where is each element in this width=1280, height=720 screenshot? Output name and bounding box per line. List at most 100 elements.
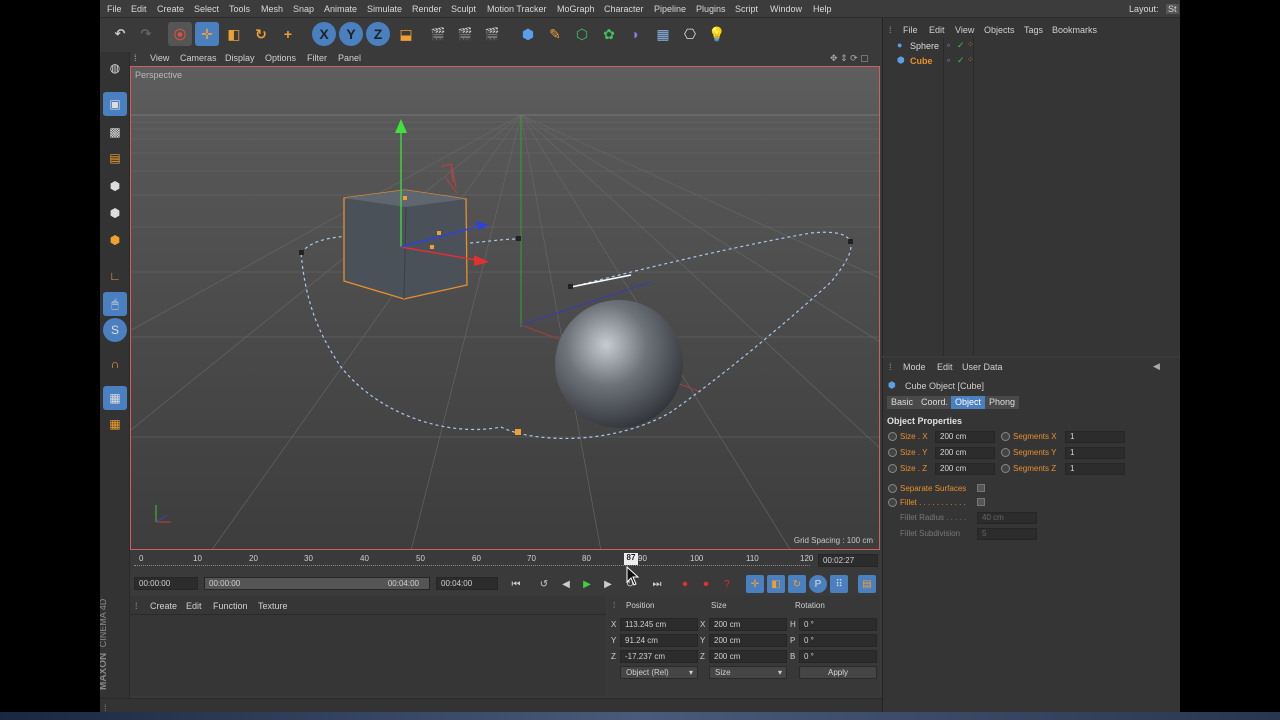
size-x-radio[interactable]	[888, 432, 897, 441]
tab-basic[interactable]: Basic	[887, 396, 918, 409]
make-editable-icon[interactable]: ◍	[103, 56, 127, 80]
gizmo-x-arrow[interactable]	[474, 255, 489, 266]
menu-file[interactable]: File	[107, 4, 122, 14]
axis-mode-icon[interactable]: ∟	[103, 264, 127, 288]
previous-frame-icon[interactable]: ◀	[557, 575, 575, 593]
fillet-checkbox[interactable]	[977, 498, 985, 506]
viewport-menu-display[interactable]: Display	[225, 53, 255, 63]
menu-simulate[interactable]: Simulate	[367, 4, 402, 14]
viewport-menu-view[interactable]: View	[150, 53, 169, 63]
visibility-dots-icon[interactable]: ▫	[947, 41, 950, 50]
fillet-radius-input[interactable]: 40 cm	[977, 512, 1037, 524]
next-frame-icon[interactable]: ▶	[599, 575, 617, 593]
scale-icon[interactable]: ◧	[222, 22, 246, 46]
back-arrow-icon[interactable]: ◀	[1153, 361, 1160, 372]
redo-icon[interactable]: ↷	[134, 22, 158, 46]
floor-icon[interactable]: ▦	[651, 22, 675, 46]
perspective-viewport[interactable]: Perspective Grid Spacing : 100 cm	[130, 66, 880, 550]
menu-render[interactable]: Render	[412, 4, 442, 14]
key-parameter-icon[interactable]: P	[809, 575, 827, 593]
layout-select[interactable]: St	[1166, 4, 1179, 14]
undo-icon[interactable]: ↶	[108, 22, 132, 46]
om-menu-tags[interactable]: Tags	[1024, 25, 1043, 35]
go-to-end-icon[interactable]: ⏭	[648, 575, 666, 593]
material-menu-texture[interactable]: Texture	[258, 601, 288, 611]
timeline-ruler[interactable]: 0 10 20 30 40 50 60 70 80 90 100 110 120…	[130, 550, 880, 570]
menu-character[interactable]: Character	[604, 4, 644, 14]
cube-primitive-icon[interactable]: ⬢	[516, 22, 540, 46]
sphere-object[interactable]	[555, 300, 683, 428]
preview-range-slider[interactable]: 00:00:00 00:04:00	[204, 577, 430, 590]
object-row-cube[interactable]: ⬢ Cube ▫ ✓ ⁘	[889, 55, 1179, 69]
size-z-radio[interactable]	[888, 464, 897, 473]
render-picture-queue-icon[interactable]: 🎬	[453, 22, 477, 46]
material-menu-function[interactable]: Function	[213, 601, 248, 611]
viewport-menu-options[interactable]: Options	[265, 53, 296, 63]
menu-select[interactable]: Select	[194, 4, 219, 14]
menu-sculpt[interactable]: Sculpt	[451, 4, 476, 14]
deformer-icon[interactable]: ◗	[624, 22, 648, 46]
segments-x-input[interactable]: 1	[1065, 431, 1125, 443]
om-menu-objects[interactable]: Objects	[984, 25, 1015, 35]
cube-handle[interactable]	[403, 196, 407, 200]
light-icon[interactable]: 💡	[705, 22, 729, 46]
size-x-field[interactable]: 200 cm	[709, 618, 787, 631]
menu-plugins[interactable]: Plugins	[696, 4, 726, 14]
om-menu-file[interactable]: File	[903, 25, 918, 35]
play-icon[interactable]: ▶	[578, 575, 596, 593]
menu-edit[interactable]: Edit	[131, 4, 147, 14]
x-axis-icon[interactable]: X	[312, 22, 336, 46]
tab-object[interactable]: Object	[951, 396, 986, 409]
edges-mode-icon[interactable]: ⬢	[103, 201, 127, 225]
spline-point[interactable]	[568, 284, 573, 289]
workplane-icon[interactable]: ▤	[103, 146, 127, 170]
polygons-mode-icon[interactable]: ⬢	[103, 228, 127, 252]
add-icon[interactable]: +	[276, 22, 300, 46]
am-menu-edit[interactable]: Edit	[937, 362, 953, 372]
menu-create[interactable]: Create	[157, 4, 184, 14]
rotate-icon[interactable]: ↻	[249, 22, 273, 46]
end-time-field[interactable]: 00:04:00	[436, 577, 498, 590]
solo-icon[interactable]: S	[103, 318, 127, 342]
spline-point[interactable]	[299, 250, 304, 255]
enabled-check-icon[interactable]: ✓	[957, 40, 965, 51]
gizmo-z-arrow[interactable]	[476, 221, 489, 230]
size-x-input[interactable]: 200 cm	[935, 431, 995, 443]
enabled-check-icon[interactable]: ✓	[957, 55, 965, 66]
rotation-h-field[interactable]: 0 °	[799, 618, 877, 631]
rotation-b-field[interactable]: 0 °	[799, 650, 877, 663]
object-row-sphere[interactable]: ● Sphere ▫ ✓ ⁘	[889, 40, 1179, 54]
tag-icon[interactable]: ⁘	[967, 40, 974, 49]
tweak-mode-icon[interactable]: 🖱	[103, 292, 127, 316]
model-mode-icon[interactable]: ▣	[103, 92, 127, 116]
segments-x-radio[interactable]	[1001, 432, 1010, 441]
gizmo-y-arrow[interactable]	[395, 119, 407, 133]
visibility-dots-icon[interactable]: ▫	[947, 56, 950, 65]
am-menu-mode[interactable]: Mode	[903, 362, 926, 372]
go-to-start-icon[interactable]: ⏮	[507, 575, 525, 593]
key-position-icon[interactable]: ✛	[746, 575, 764, 593]
z-axis-icon[interactable]: Z	[366, 22, 390, 46]
y-axis-icon[interactable]: Y	[339, 22, 363, 46]
record-active-objects-icon[interactable]: ⏺	[676, 575, 694, 593]
live-selection-icon[interactable]: ⦿	[168, 22, 192, 46]
move-icon[interactable]: ✛	[195, 22, 219, 46]
tag-icon[interactable]: ⁘	[967, 55, 974, 64]
menu-mograph[interactable]: MoGraph	[557, 4, 595, 14]
cube-handle[interactable]	[437, 231, 441, 235]
autokeying-icon[interactable]: ⏺	[697, 575, 715, 593]
workplane-lock-icon[interactable]: ▦	[103, 386, 127, 410]
material-menu-create[interactable]: Create	[150, 601, 177, 611]
menu-snap[interactable]: Snap	[293, 4, 314, 14]
segments-y-radio[interactable]	[1001, 448, 1010, 457]
tab-phong[interactable]: Phong	[985, 396, 1020, 409]
start-time-field[interactable]: 00:00:00	[134, 577, 198, 590]
position-y-field[interactable]: 91.24 cm	[620, 634, 698, 647]
size-y-radio[interactable]	[888, 448, 897, 457]
spline-point[interactable]	[848, 239, 853, 244]
viewport-menu-panel[interactable]: Panel	[338, 53, 361, 63]
separate-surfaces-radio[interactable]	[888, 484, 897, 493]
go-to-previous-key-icon[interactable]: ↺	[535, 575, 553, 593]
rotation-p-field[interactable]: 0 °	[799, 634, 877, 647]
viewport-nav-icons[interactable]: ✥ ⇕ ⟳ ▢	[830, 53, 869, 64]
